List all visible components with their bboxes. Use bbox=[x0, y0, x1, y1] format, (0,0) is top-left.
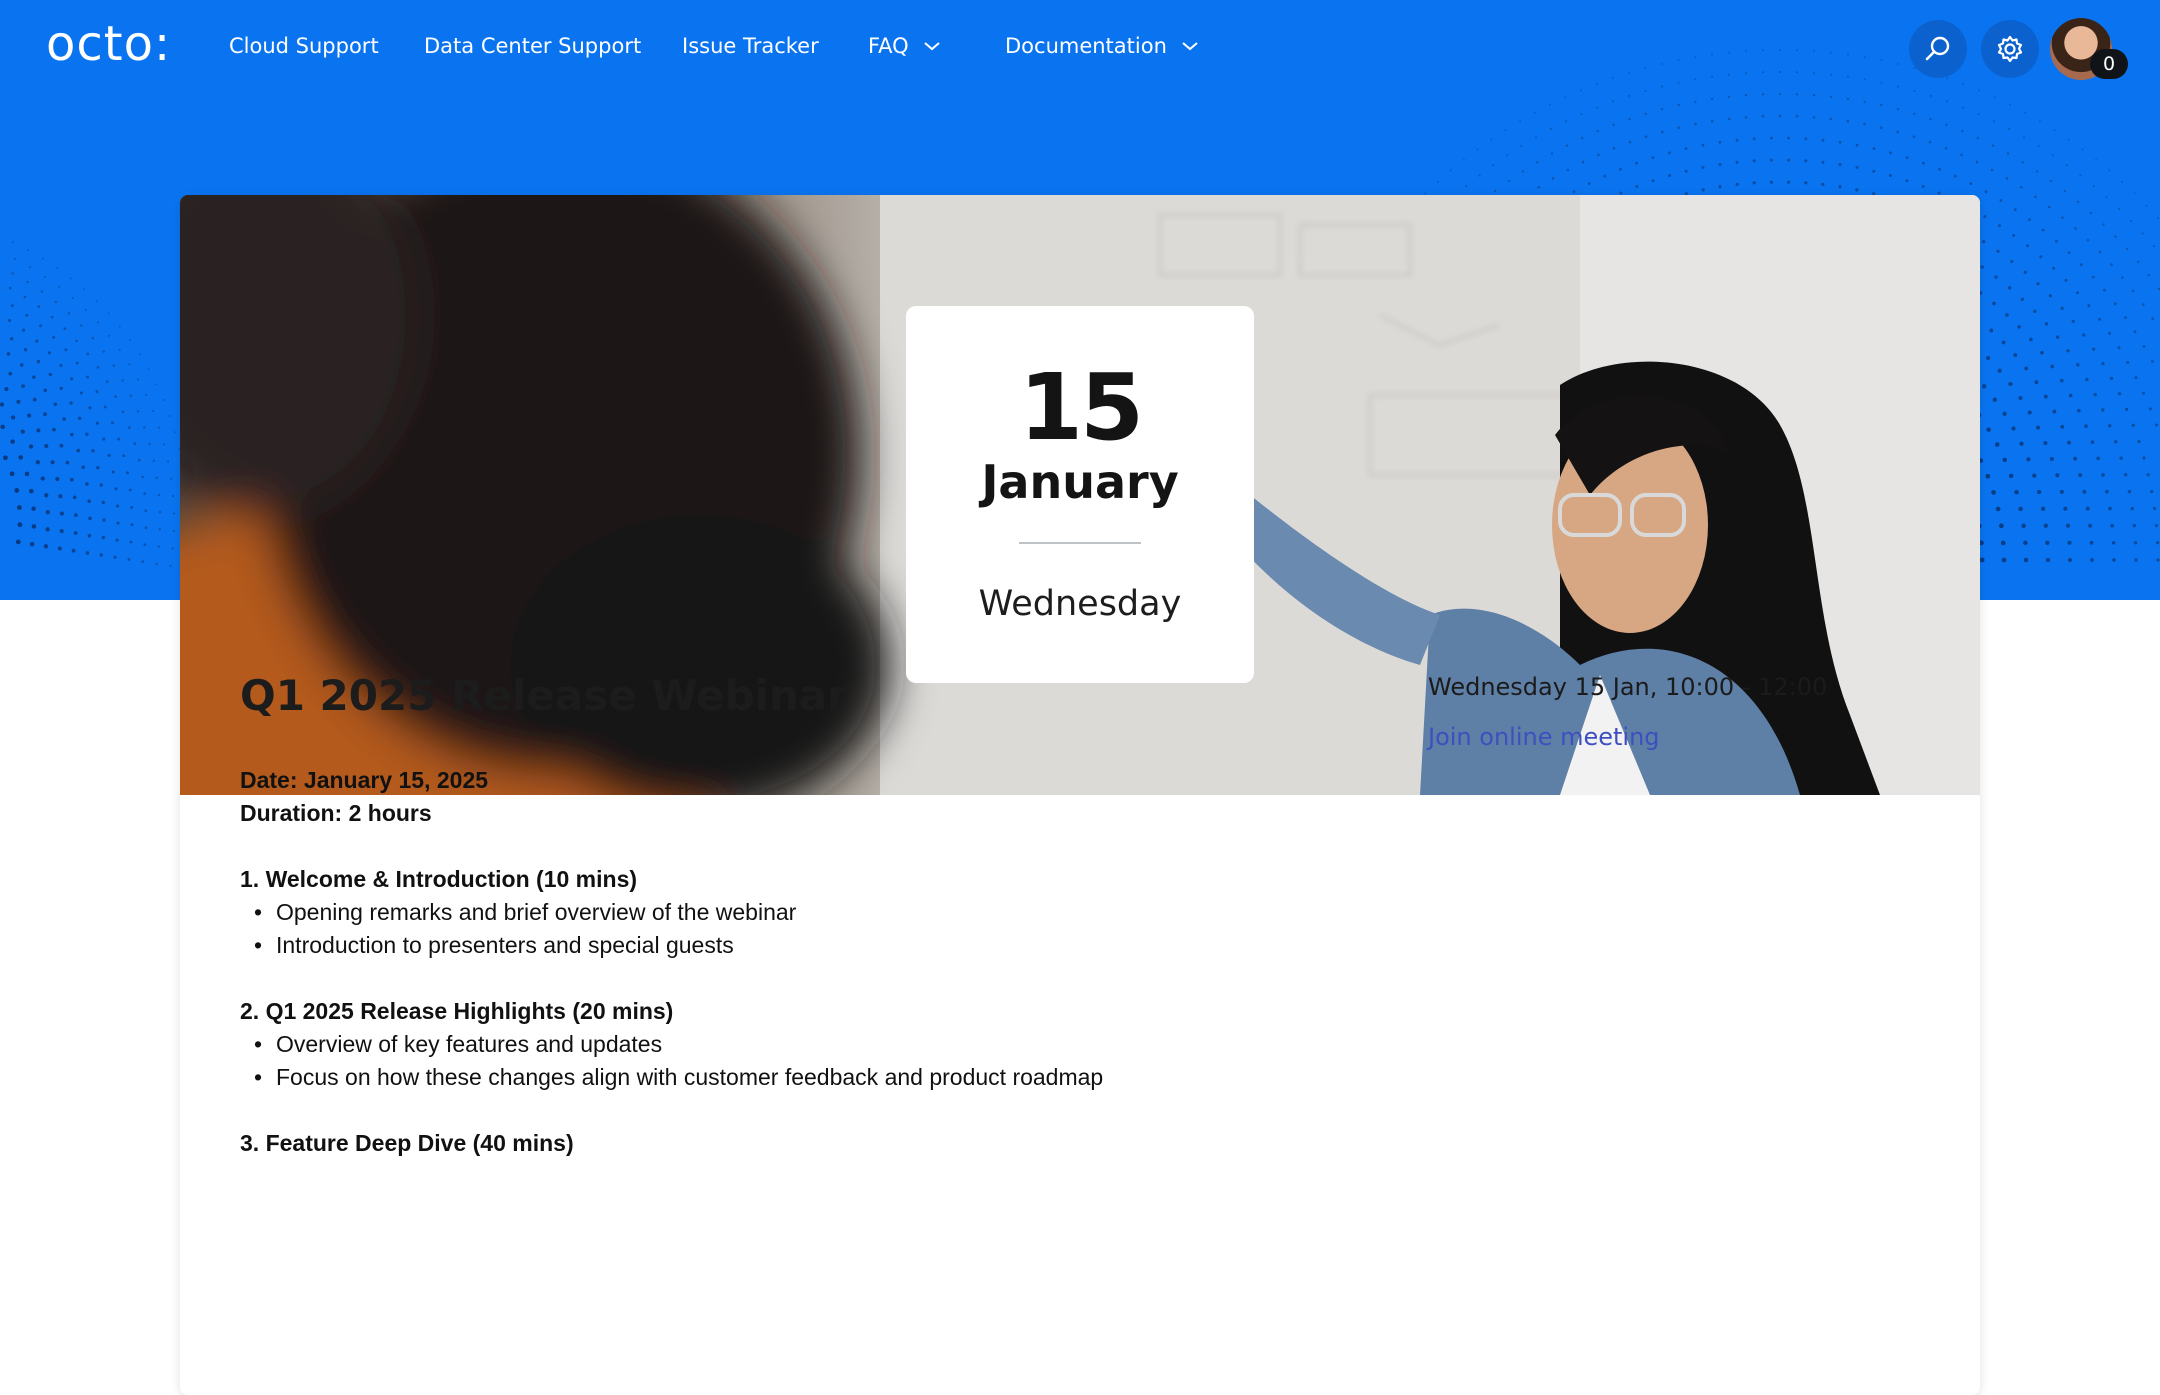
event-description: Q1 2025 Release Webinar Date: January 15… bbox=[240, 668, 1340, 1160]
agenda-section-heading: 1. Welcome & Introduction (10 mins) bbox=[240, 866, 638, 892]
event-date-line: Date: January 15, 2025 bbox=[240, 767, 489, 793]
event-title: Q1 2025 Release Webinar bbox=[240, 671, 848, 720]
event-details: Q1 2025 Release Webinar Date: January 15… bbox=[180, 0, 1980, 1350]
logo[interactable]: octo: bbox=[46, 16, 171, 72]
join-online-meeting-link[interactable]: Join online meeting bbox=[1428, 720, 1928, 754]
agenda-bullet-list: Overview of key features and updates Foc… bbox=[240, 1028, 1340, 1094]
list-item: Opening remarks and brief overview of th… bbox=[254, 896, 1340, 929]
event-duration-line: Duration: 2 hours bbox=[240, 800, 432, 826]
gear-icon bbox=[1997, 35, 2023, 63]
event-schedule: Wednesday 15 Jan, 10:00 - 12:00 bbox=[1428, 673, 1828, 701]
notification-badge[interactable]: 0 bbox=[2090, 49, 2128, 79]
settings-button[interactable] bbox=[1981, 20, 2039, 78]
list-item: Focus on how these changes align with cu… bbox=[254, 1061, 1340, 1094]
list-item: Introduction to presenters and special g… bbox=[254, 929, 1340, 962]
event-agenda: Date: January 15, 2025 Duration: 2 hours… bbox=[240, 764, 1340, 1160]
agenda-section-heading: 3. Feature Deep Dive (40 mins) bbox=[240, 1130, 574, 1156]
agenda-section-heading: 2. Q1 2025 Release Highlights (20 mins) bbox=[240, 998, 674, 1024]
list-item: Overview of key features and updates bbox=[254, 1028, 1340, 1061]
agenda-bullet-list: Opening remarks and brief overview of th… bbox=[240, 896, 1340, 962]
event-sidebar: Wednesday 15 Jan, 10:00 - 12:00 Join onl… bbox=[1428, 670, 1928, 754]
